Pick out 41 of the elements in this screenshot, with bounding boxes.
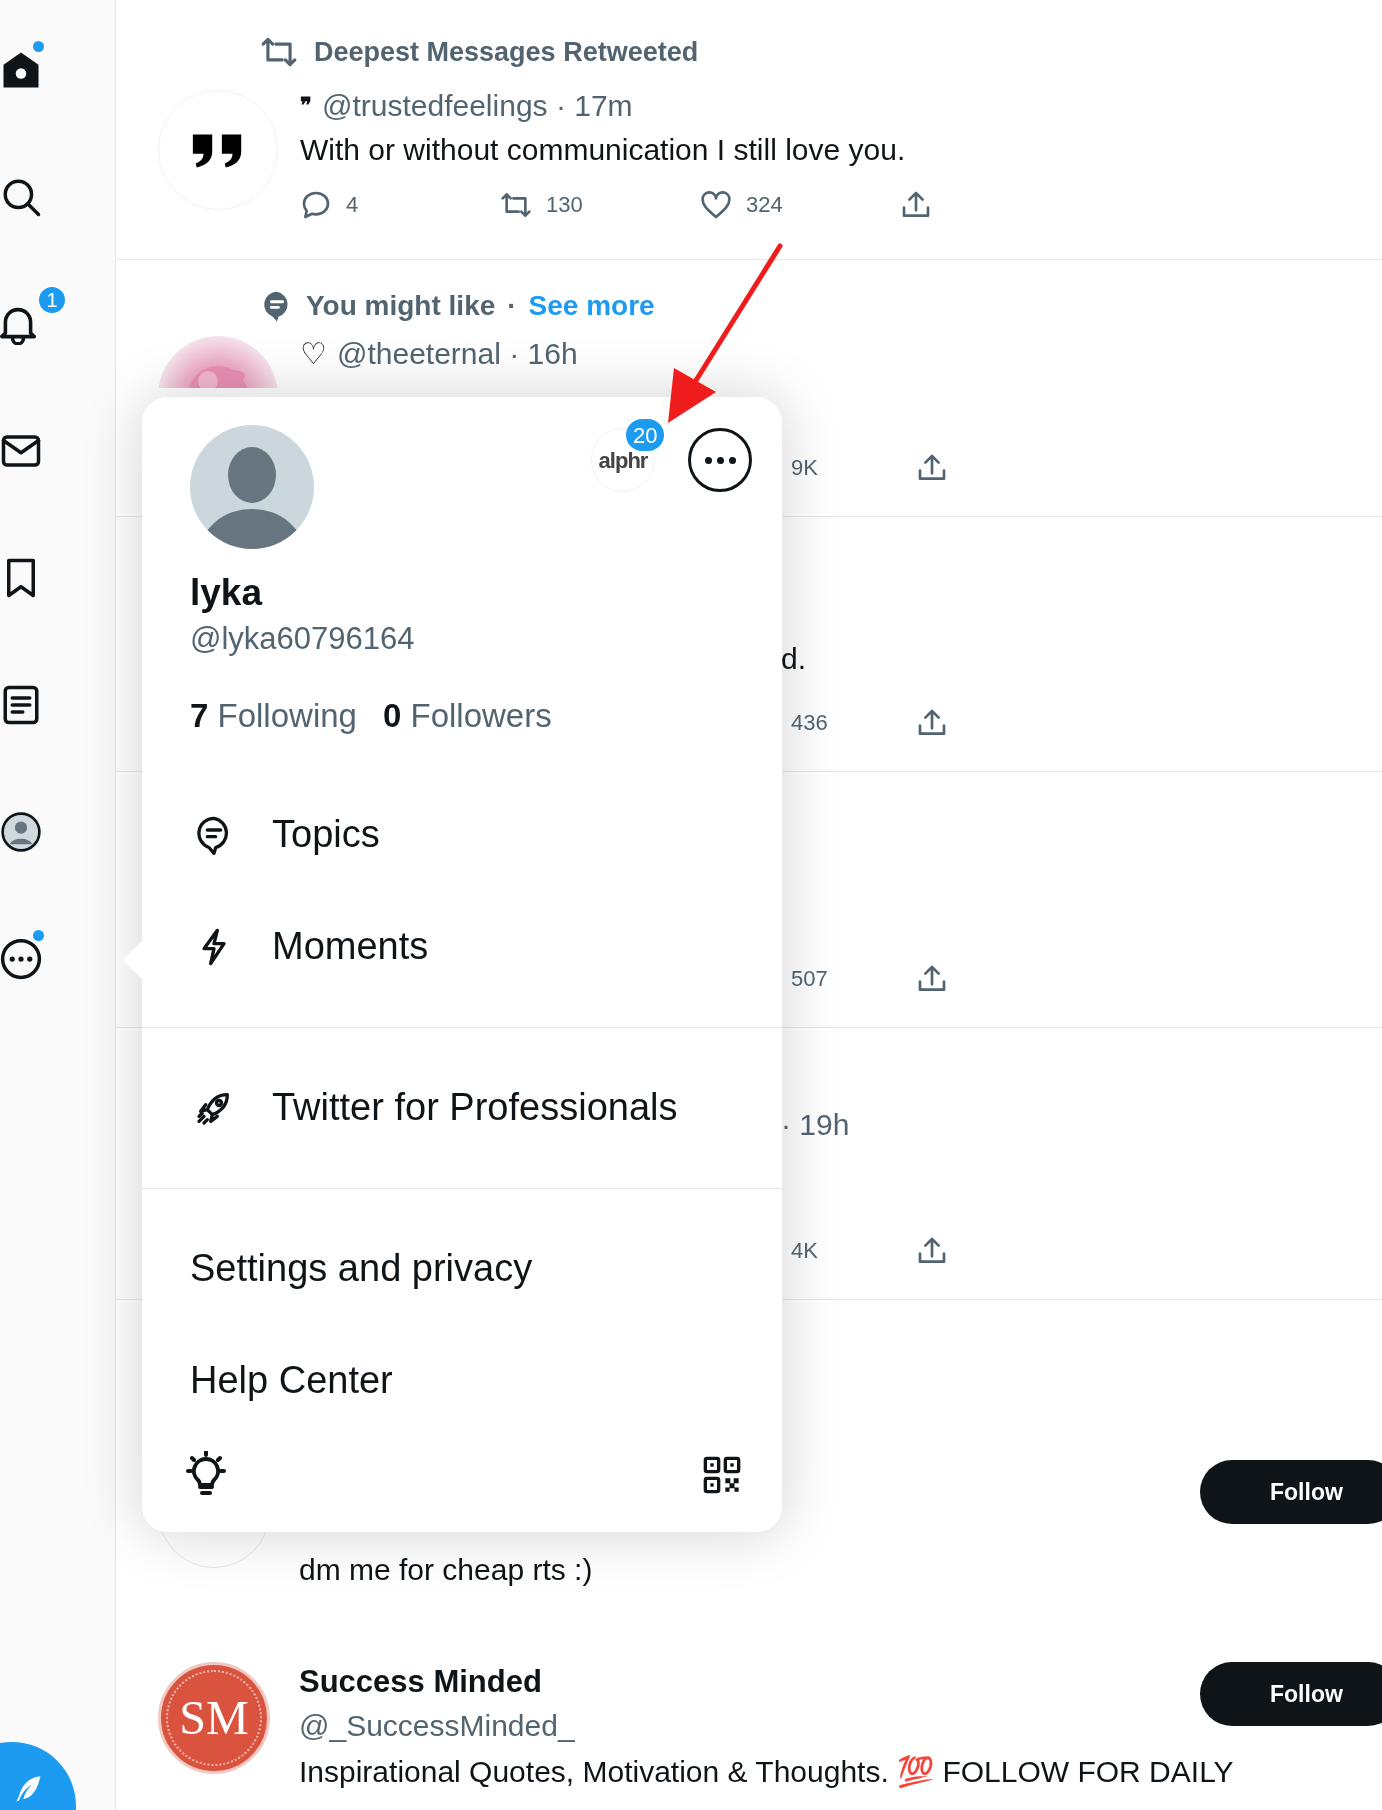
name-symbol: ❞ [300, 91, 312, 120]
tweet-text: With or without communication I still love you. [300, 132, 907, 168]
heart-icon[interactable] [700, 188, 732, 221]
profile-icon[interactable] [0, 810, 42, 853]
notification-badge: 20 [626, 419, 665, 451]
account-bio: dm me for cheap rts :) [299, 1552, 593, 1588]
tweet-text-fragment: · 19h [781, 1107, 850, 1143]
follow-button[interactable]: Follow [1200, 1662, 1382, 1726]
tweet-text-fragment: d. [781, 641, 807, 677]
like-count: 9K [791, 454, 819, 482]
following-link[interactable]: 7 Following [190, 691, 357, 741]
retweet-context: Deepest Messages Retweeted [314, 35, 699, 69]
qr-code-icon[interactable] [702, 1454, 742, 1495]
notification-badge: 1 [37, 284, 67, 315]
like-count: 324 [746, 191, 783, 219]
avatar-initials: SM [166, 1670, 262, 1766]
profile-name: lyka [190, 571, 264, 615]
like-count: 4K [791, 1237, 819, 1265]
tweet-handle: @theeternal · 16h [337, 335, 578, 372]
retweet-count: 130 [546, 191, 583, 219]
like-count: 507 [791, 965, 829, 993]
more-icon[interactable] [0, 937, 42, 980]
menu-item[interactable]: Moments [142, 890, 782, 1003]
account-name: Success Minded [299, 1663, 543, 1701]
tweet-handle: @trustedfeelings · 17m [322, 87, 633, 124]
menu-item[interactable]: Twitter for Professionals [142, 1051, 782, 1164]
suggestion-context: You might like [306, 289, 496, 323]
menu-item[interactable]: Settings and privacy [142, 1212, 782, 1325]
account-bio: Inspirational Quotes, Motivation & Thoughts. 💯 FOLLOW FOR DAILY [299, 1754, 1234, 1791]
menu-item[interactable]: Help Center [142, 1324, 782, 1437]
more-button[interactable] [688, 428, 752, 492]
followers-link[interactable]: 0 Followers [382, 691, 552, 741]
avatar[interactable]: SM [158, 1662, 270, 1774]
menu-item[interactable]: Topics [142, 778, 782, 891]
follow-button[interactable]: Follow [1200, 1460, 1382, 1524]
like-count: 436 [791, 709, 829, 737]
name-symbol: ♡ [300, 335, 327, 372]
account-handle: @_SuccessMinded_ [299, 1708, 576, 1744]
profile-handle: @lyka60796164 [190, 620, 416, 658]
reply-count: 4 [346, 191, 359, 219]
separator-dot: · [507, 289, 517, 323]
